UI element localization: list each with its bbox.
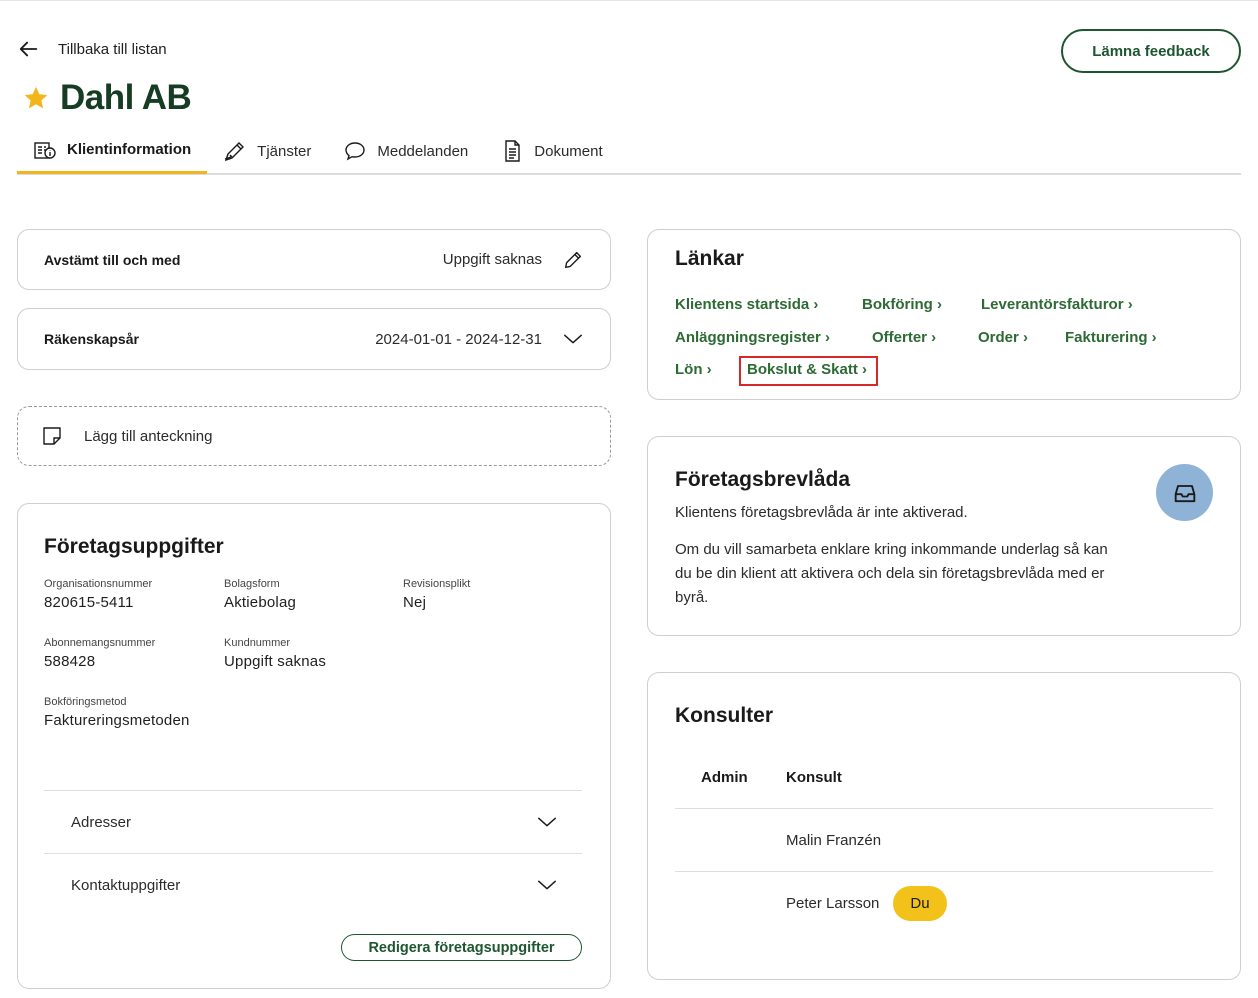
client-info-icon [34,141,56,159]
consultants-title: Konsulter [675,704,774,727]
fiscal-year-label: Räkenskapsår [44,331,139,347]
pencil-ruler-icon [224,142,245,162]
add-note-label: Lägg till anteckning [84,427,213,445]
arrow-left-icon [19,41,38,57]
reconciled-label: Avstämt till och med [44,251,181,268]
field-label: Bolagsform [224,578,280,590]
table-divider [675,808,1213,809]
add-note-button[interactable]: Lägg till anteckning [17,406,611,466]
column-header-admin: Admin [701,769,748,786]
pencil-icon[interactable] [562,249,584,271]
column-header-consultant: Konsult [786,769,842,786]
field-value: Nej [403,594,427,611]
field-label: Abonnemangsnummer [44,637,156,649]
accordion-label: Kontaktuppgifter [71,876,181,894]
document-icon [505,140,520,162]
company-title: Företagsuppgifter [44,535,224,558]
org-number-field: Organisationsnummer 820615-5411 [44,578,219,611]
field-label: Bokföringsmetod [44,696,127,708]
link-supplier-invoices[interactable]: Leverantörsfakturor › [981,296,1133,313]
tab-label: Meddelanden [377,142,469,160]
description-line: du be din klient att aktivera och dela s… [675,565,1105,582]
customer-number-field: Kundnummer Uppgift saknas [224,637,399,670]
company-mailbox-card: Företagsbrevlåda Klientens företagsbrevl… [647,436,1241,636]
accordion-label: Adresser [71,813,132,831]
consultant-name: Peter Larsson [786,895,880,912]
link-bookkeeping[interactable]: Bokföring › [862,296,942,313]
title-row: Dahl AB [22,78,192,118]
link-payroll[interactable]: Lön › [675,361,712,378]
back-link-label: Tillbaka till listan [58,40,167,58]
field-label: Revisionsplikt [403,578,471,590]
reconciled-value: Uppgift saknas [442,251,542,268]
field-value: Uppgift saknas [224,653,327,670]
company-details-card: Företagsuppgifter Organisationsnummer 82… [17,503,611,989]
tab-dokument[interactable]: Dokument [484,128,618,174]
chevron-down-icon [538,817,556,827]
consultant-name: Malin Franzén [786,832,882,849]
audit-requirement-field: Revisionsplikt Nej [403,578,578,611]
mailbox-title: Företagsbrevlåda [675,468,851,491]
field-value: Aktiebolag [224,594,297,611]
field-value: Faktureringsmetoden [44,712,190,729]
links-card: Länkar [647,229,1241,400]
top-divider [0,0,1258,1]
chat-bubble-icon [345,142,366,161]
subscription-number-field: Abonnemangsnummer 588428 [44,637,219,670]
link-orders[interactable]: Order › [978,329,1028,346]
sticky-note-icon [43,427,61,445]
feedback-button[interactable]: Lämna feedback [1061,29,1241,73]
tab-tjanster[interactable]: Tjänster [207,128,327,174]
inbox-icon [1174,484,1195,502]
link-invoicing[interactable]: Fakturering › [1065,329,1157,346]
mailbox-icon-badge [1156,464,1213,521]
page-title: Dahl AB [60,78,192,117]
company-form-field: Bolagsform Aktiebolag [224,578,399,611]
chevron-down-icon[interactable] [562,328,584,350]
field-value: 588428 [44,653,96,670]
chevron-down-icon [538,880,556,890]
link-asset-register[interactable]: Anläggningsregister › [675,329,830,346]
tab-meddelanden[interactable]: Meddelanden [327,128,484,174]
tab-label: Dokument [534,142,603,160]
tab-bar: Klientinformation Tjänster Meddelanden D… [17,128,1241,175]
you-badge: Du [893,886,947,921]
tab-klientinformation[interactable]: Klientinformation [17,128,208,174]
reconciled-card: Avstämt till och med Uppgift saknas [17,229,611,290]
field-value: 820615-5411 [44,594,134,611]
back-link[interactable]: Tillbaka till listan [18,38,167,60]
accordion-addresses[interactable]: Adresser [44,790,582,853]
consultants-card: Konsulter [647,672,1241,980]
link-quotes[interactable]: Offerter › [872,329,936,346]
tab-label: Klientinformation [67,141,192,158]
field-label: Kundnummer [224,637,291,649]
mailbox-description: Om du vill samarbeta enklare kring inkom… [675,538,1155,610]
mailbox-status: Klientens företagsbrevlåda är inte aktiv… [675,504,968,521]
tab-label: Tjänster [257,142,312,160]
link-closing-tax[interactable]: Bokslut & Skatt › [747,361,867,378]
description-line: byrå. [675,589,709,606]
field-label: Organisationsnummer [44,578,153,590]
fiscal-year-card[interactable]: Räkenskapsår 2024-01-01 - 2024-12-31 [17,308,611,370]
edit-company-details-button[interactable]: Redigera företagsuppgifter [341,934,582,961]
links-title: Länkar [675,247,744,270]
description-line: Om du vill samarbeta enklare kring inkom… [675,541,1108,558]
fiscal-year-value: 2024-01-01 - 2024-12-31 [375,330,542,348]
table-divider [675,871,1213,872]
accounting-method-field: Bokföringsmetod Faktureringsmetoden [44,696,304,729]
link-client-start[interactable]: Klientens startsida › [675,296,818,313]
accordion-contact-details[interactable]: Kontaktuppgifter [44,853,582,916]
star-icon[interactable] [22,84,50,112]
